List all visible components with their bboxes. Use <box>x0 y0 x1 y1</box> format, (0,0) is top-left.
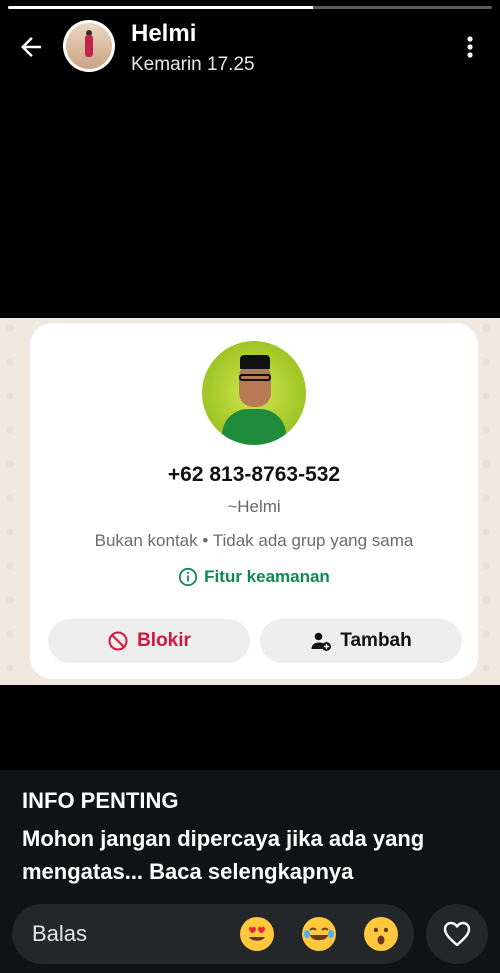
astonished-emoji-icon[interactable] <box>364 917 398 951</box>
block-button: Blokir <box>48 619 250 663</box>
read-more-link[interactable]: Baca selengkapnya <box>149 859 353 884</box>
avatar[interactable] <box>63 20 115 72</box>
contact-phone: +62 813-8763-532 <box>167 463 341 486</box>
block-icon <box>108 631 128 651</box>
add-label: Tambah <box>340 630 412 651</box>
contact-profile-photo <box>202 341 306 445</box>
like-button[interactable] <box>426 904 488 964</box>
block-label: Blokir <box>137 630 191 651</box>
status-timestamp: Kemarin 17.25 <box>131 54 255 75</box>
caption-title: INFO PENTING <box>22 788 179 813</box>
status-progress-fill <box>8 6 313 9</box>
add-contact-button: Tambah <box>260 619 462 663</box>
add-person-icon <box>311 632 332 651</box>
status-header: Helmi Kemarin 17.25 <box>0 12 500 82</box>
contact-meta: Bukan kontak • Tidak ada grup yang sama <box>94 531 414 550</box>
contact-name[interactable]: Helmi <box>131 20 196 48</box>
info-icon <box>179 567 198 587</box>
safety-tools-label: Fitur keamanan <box>204 567 330 586</box>
contact-push-name: ~Helmi <box>227 497 281 516</box>
arrow-left-icon[interactable] <box>16 32 46 62</box>
reply-bar[interactable]: Balas <box>12 904 414 964</box>
safety-tools-link: Fitur keamanan <box>30 567 478 587</box>
reply-input[interactable]: Balas <box>32 921 87 947</box>
heart-eyes-emoji-icon[interactable] <box>240 917 274 951</box>
status-image: +62 813-8763-532 ~Helmi Bukan kontak • T… <box>0 318 500 685</box>
tears-of-joy-emoji-icon[interactable] <box>302 917 336 951</box>
caption-body: Mohon jangan dipercaya jika ada yang men… <box>22 822 482 888</box>
heart-icon <box>443 921 471 947</box>
more-vertical-icon[interactable] <box>460 34 480 60</box>
status-progress-bar <box>8 6 492 9</box>
contact-card: +62 813-8763-532 ~Helmi Bukan kontak • T… <box>30 323 478 679</box>
